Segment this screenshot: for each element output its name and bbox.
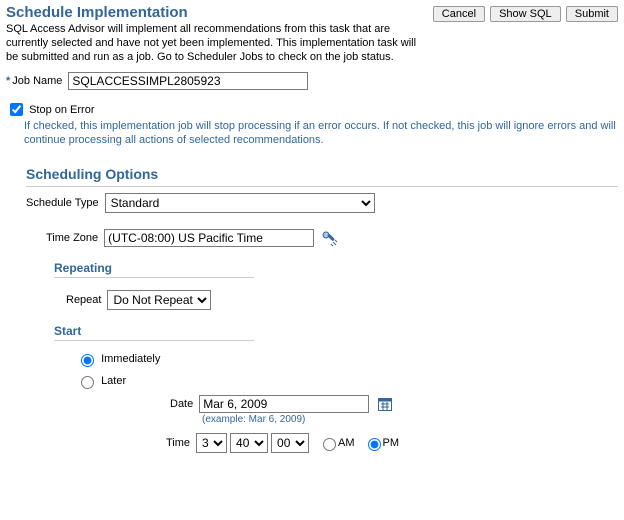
flashlight-icon[interactable]: [320, 229, 338, 247]
required-marker: *: [6, 75, 10, 87]
start-radio-group: Immediately Later: [76, 351, 618, 389]
date-input[interactable]: [199, 395, 369, 413]
job-name-input[interactable]: [68, 72, 308, 90]
calendar-icon[interactable]: [377, 396, 393, 412]
repeat-select[interactable]: Do Not Repeat: [107, 290, 211, 310]
pm-label: PM: [383, 437, 400, 449]
stop-on-error-help: If checked, this implementation job will…: [24, 120, 618, 148]
action-buttons: Cancel Show SQL Submit: [431, 4, 618, 22]
am-radio[interactable]: [323, 438, 336, 451]
repeating-title: Repeating: [54, 261, 254, 278]
date-label: Date: [170, 398, 193, 410]
date-example: (example: Mar 6, 2009): [202, 414, 618, 425]
time-minute-select[interactable]: 40: [230, 433, 268, 453]
cancel-button[interactable]: Cancel: [433, 6, 485, 22]
repeat-row: Repeat Do Not Repeat: [66, 290, 618, 310]
start-title: Start: [54, 324, 254, 341]
start-later-radio[interactable]: [81, 376, 94, 389]
stop-on-error-label: Stop on Error: [29, 104, 94, 116]
am-label: AM: [338, 437, 355, 449]
time-label: Time: [166, 437, 190, 449]
scheduling-options-title: Scheduling Options: [26, 166, 618, 187]
time-zone-label: Time Zone: [46, 232, 98, 244]
page-title: Schedule Implementation: [6, 4, 188, 21]
job-name-row: * Job Name: [6, 72, 618, 90]
schedule-type-label: Schedule Type: [26, 197, 99, 209]
job-name-label: Job Name: [12, 75, 62, 87]
start-immediately-label: Immediately: [101, 353, 160, 365]
time-zone-row: Time Zone: [46, 229, 618, 247]
time-second-select[interactable]: 00: [271, 433, 309, 453]
stop-on-error-checkbox[interactable]: [10, 103, 23, 116]
time-zone-input[interactable]: [104, 229, 314, 247]
ampm-group: AM PM: [318, 435, 407, 451]
pm-radio[interactable]: [368, 438, 381, 451]
schedule-type-select[interactable]: Standard: [105, 193, 375, 213]
start-immediately-radio[interactable]: [81, 354, 94, 367]
schedule-type-row: Schedule Type Standard: [26, 193, 618, 213]
stop-on-error-row: Stop on Error If checked, this implement…: [6, 100, 618, 148]
intro-text: SQL Access Advisor will implement all re…: [6, 23, 418, 64]
date-row: Date: [170, 395, 618, 413]
repeat-label: Repeat: [66, 294, 101, 306]
start-later-label: Later: [101, 375, 126, 387]
time-row: Time 3 40 00 AM PM: [166, 433, 618, 453]
time-hour-select[interactable]: 3: [196, 433, 227, 453]
submit-button[interactable]: Submit: [566, 6, 618, 22]
show-sql-button[interactable]: Show SQL: [490, 6, 561, 22]
